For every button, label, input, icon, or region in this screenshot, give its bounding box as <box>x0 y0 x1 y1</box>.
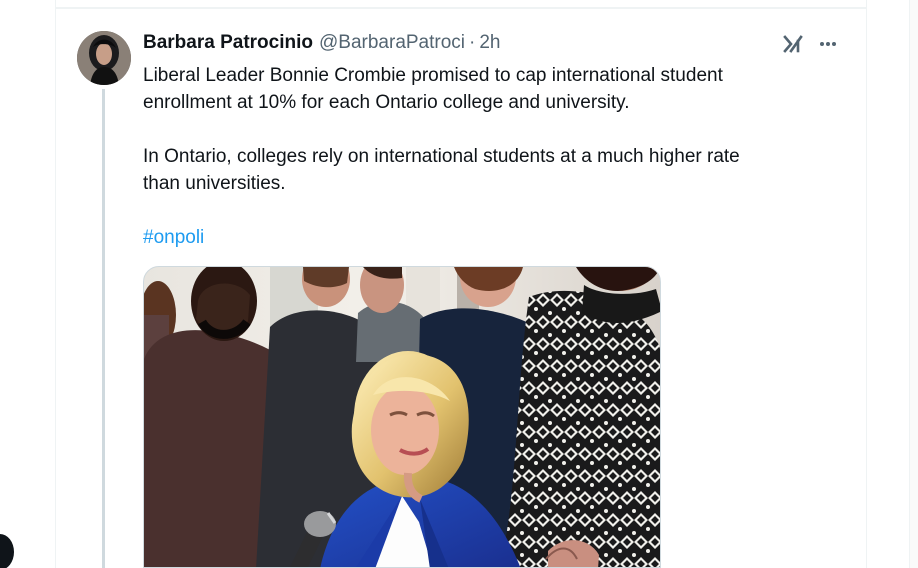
tweet-paragraph: Liberal Leader Bonnie Crombie promised t… <box>143 62 833 116</box>
partial-avatar-edge <box>0 534 14 568</box>
grok-icon <box>783 35 803 53</box>
tweet-line: enrollment at 10% for each Ontario colle… <box>143 92 630 113</box>
x-timeline-screen: Barbara Patrocinio @BarbaraPatroci · 2h … <box>0 0 918 568</box>
author-display-name[interactable]: Barbara Patrocinio <box>143 31 313 55</box>
scrollbar-track[interactable] <box>909 0 918 568</box>
tweet-media-image[interactable] <box>143 266 661 568</box>
tweet-header: Barbara Patrocinio @BarbaraPatroci · 2h <box>143 31 501 55</box>
grok-button[interactable] <box>780 31 806 57</box>
avatar-photo <box>77 31 131 85</box>
author-handle[interactable]: @BarbaraPatroci <box>319 31 465 55</box>
tweet-line: than universities. <box>143 173 286 194</box>
tweet-timestamp[interactable]: 2h <box>479 31 500 55</box>
tweet-text: Liberal Leader Bonnie Crombie promised t… <box>143 62 833 251</box>
hashtag-link[interactable]: #onpoli <box>143 227 204 248</box>
tweet-paragraph: In Ontario, colleges rely on internation… <box>143 143 833 197</box>
press-conference-photo <box>144 267 660 567</box>
header-separator: · <box>469 32 476 53</box>
more-icon <box>820 42 836 46</box>
thread-connector-line <box>102 89 105 568</box>
tweet-line: Liberal Leader Bonnie Crombie promised t… <box>143 65 723 86</box>
tweet-line: In Ontario, colleges rely on internation… <box>143 146 740 167</box>
timeline-divider <box>56 7 866 9</box>
author-avatar[interactable] <box>77 31 131 85</box>
more-options-button[interactable] <box>815 31 841 57</box>
tweet-header-actions <box>780 31 846 57</box>
